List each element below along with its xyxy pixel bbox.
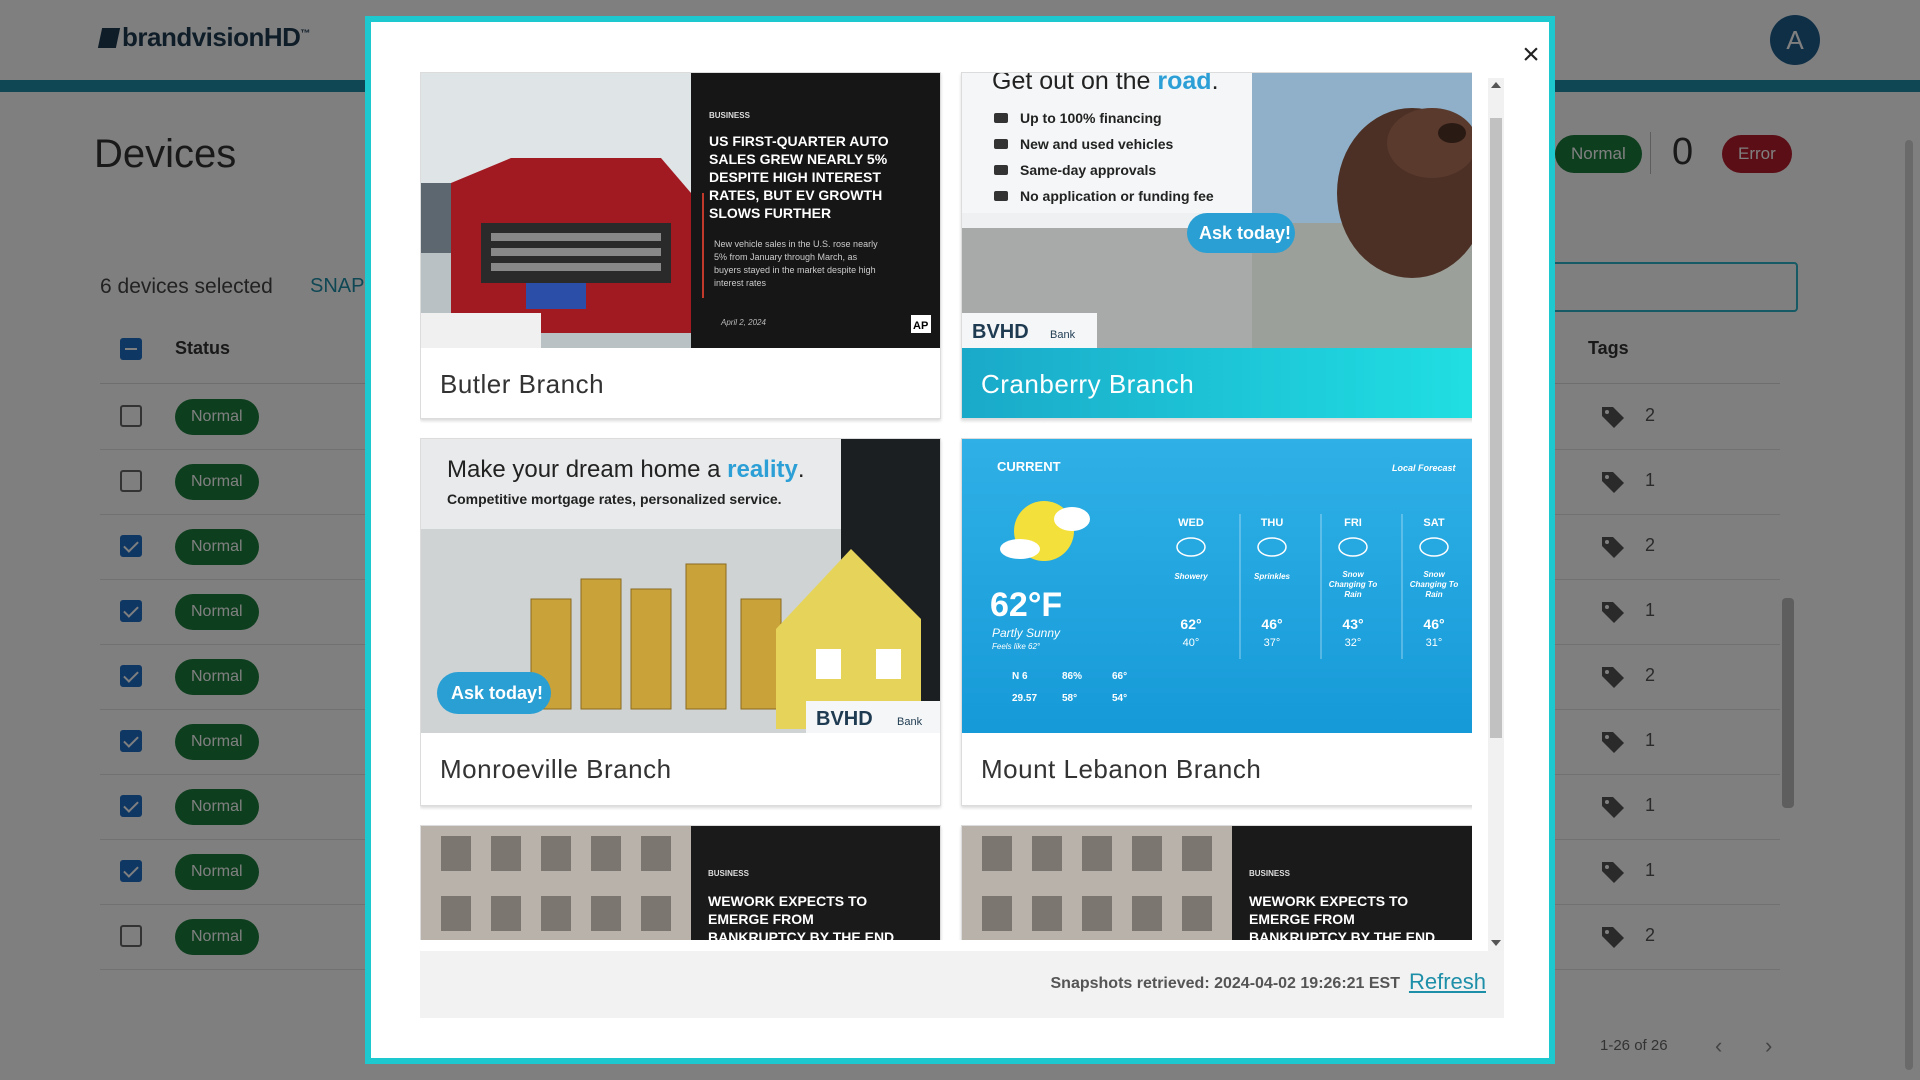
news-date: April 2, 2024 <box>720 318 766 327</box>
ad-cta: Ask today! <box>451 683 543 703</box>
bvhd-logo: BVHD <box>816 708 873 730</box>
ap-logo: AP <box>913 320 928 332</box>
modal-footer: Snapshots retrieved: 2024-04-02 19:26:21… <box>420 951 1504 1018</box>
news-thumbnail: BUSINESS WEWORK EXPECTS TO EMERGE FROM BAN… <box>962 826 1472 940</box>
forecast-low: 32° <box>1345 637 1362 649</box>
close-icon[interactable]: × <box>1514 38 1548 72</box>
forecast-high: 46° <box>1423 616 1444 632</box>
ad-cta: Ask today! <box>1199 223 1291 243</box>
ad-bullet: New and used vehicles <box>1020 136 1173 152</box>
weather-current-label: CURRENT <box>997 459 1061 474</box>
auto-loan-thumbnail: Get out on the road. Up to 100% financin… <box>962 73 1472 348</box>
svg-text:Bank: Bank <box>897 716 923 728</box>
snapshot-card[interactable]: BUSINESS US FIRST-QUARTER AUTO SALES GRE… <box>420 72 941 419</box>
snapshot-image: CURRENT Local Forecast 62°F Partly Sunny… <box>962 439 1472 733</box>
weather-temp: 62°F <box>990 586 1062 624</box>
weather-stat: 58° <box>1062 693 1077 704</box>
branch-name: Butler Branch <box>440 369 605 399</box>
scroll-up-icon[interactable] <box>1491 82 1501 88</box>
snapshot-image: BUSINESS WEWORK EXPECTS TO EMERGE FROM BAN… <box>421 826 940 940</box>
forecast-condition: Showery <box>1174 572 1208 581</box>
forecast-low: 31° <box>1426 637 1443 649</box>
weather-stat: 54° <box>1112 693 1127 704</box>
branch-name: Monroeville Branch <box>440 754 672 784</box>
news-thumbnail: BUSINESS WEWORK EXPECTS TO EMERGE FROM BAN… <box>421 826 940 940</box>
forecast-high: 62° <box>1180 616 1201 632</box>
svg-text:Bank: Bank <box>1050 329 1076 341</box>
weather-stat: N 6 <box>1012 671 1028 682</box>
news-section: BUSINESS <box>1249 869 1291 878</box>
ad-bullet: Up to 100% financing <box>1020 110 1162 126</box>
snapshot-image: BUSINESS WEWORK EXPECTS TO EMERGE FROM BAN… <box>962 826 1472 940</box>
ad-headline: Make your dream home a reality. <box>447 456 805 483</box>
forecast-high: 46° <box>1261 616 1282 632</box>
refresh-link[interactable]: Refresh <box>1409 969 1486 995</box>
weather-stat: 86% <box>1062 671 1082 682</box>
news-section: BUSINESS <box>709 111 751 120</box>
ad-bullet: No application or funding fee <box>1020 188 1214 204</box>
branch-name: Cranberry Branch <box>962 348 1472 418</box>
snapshot-card[interactable]: CURRENT Local Forecast 62°F Partly Sunny… <box>961 438 1472 806</box>
scroll-down-icon[interactable] <box>1491 940 1501 946</box>
forecast-day: THU <box>1261 517 1284 529</box>
snapshot-card[interactable]: BUSINESS WEWORK EXPECTS TO EMERGE FROM BAN… <box>420 825 941 940</box>
forecast-low: 40° <box>1183 637 1200 649</box>
weather-feels-like: Feels like 62° <box>992 642 1041 651</box>
car-news-thumbnail: BUSINESS US FIRST-QUARTER AUTO SALES GRE… <box>421 73 940 348</box>
snapshot-image: BUSINESS US FIRST-QUARTER AUTO SALES GRE… <box>421 73 940 348</box>
snapshot-modal: × BUSINESS US FIRST-QUARTER AUTO SALES G… <box>365 16 1555 1064</box>
weather-condition: Partly Sunny <box>992 626 1061 640</box>
snapshot-card-selected[interactable]: Get out on the road. Up to 100% financin… <box>961 72 1472 419</box>
bvhd-logo: BVHD <box>972 321 1029 343</box>
snapshot-timestamp: Snapshots retrieved: 2024-04-02 19:26:21… <box>1050 975 1401 992</box>
snapshot-image: Make your dream home a reality. Competit… <box>421 439 940 733</box>
branch-name: Mount Lebanon Branch <box>981 754 1262 784</box>
forecast-day: WED <box>1178 517 1204 529</box>
snapshot-card[interactable]: BUSINESS WEWORK EXPECTS TO EMERGE FROM BAN… <box>961 825 1472 940</box>
modal-scrollbar[interactable] <box>1488 78 1504 958</box>
news-section: BUSINESS <box>708 869 750 878</box>
forecast-low: 37° <box>1264 637 1281 649</box>
forecast-high: 43° <box>1342 616 1363 632</box>
ad-bullet: Same-day approvals <box>1020 162 1156 178</box>
snapshot-card[interactable]: Make your dream home a reality. Competit… <box>420 438 941 806</box>
scrollbar-thumb[interactable] <box>1490 118 1502 738</box>
mortgage-thumbnail: Make your dream home a reality. Competit… <box>421 439 940 733</box>
snapshot-image: Get out on the road. Up to 100% financin… <box>962 73 1472 348</box>
forecast-condition: Sprinkles <box>1254 572 1291 581</box>
weather-forecast-label: Local Forecast <box>1392 463 1457 473</box>
ad-headline: Get out on the road. <box>992 73 1219 95</box>
weather-stat: 66° <box>1112 671 1127 682</box>
weather-stat: 29.57 <box>1012 693 1037 704</box>
snapshot-grid: BUSINESS US FIRST-QUARTER AUTO SALES GRE… <box>420 72 1472 940</box>
weather-thumbnail: CURRENT Local Forecast 62°F Partly Sunny… <box>962 439 1472 733</box>
ad-subline: Competitive mortgage rates, personalized… <box>447 491 782 507</box>
forecast-day: FRI <box>1344 517 1362 529</box>
forecast-day: SAT <box>1423 517 1444 529</box>
